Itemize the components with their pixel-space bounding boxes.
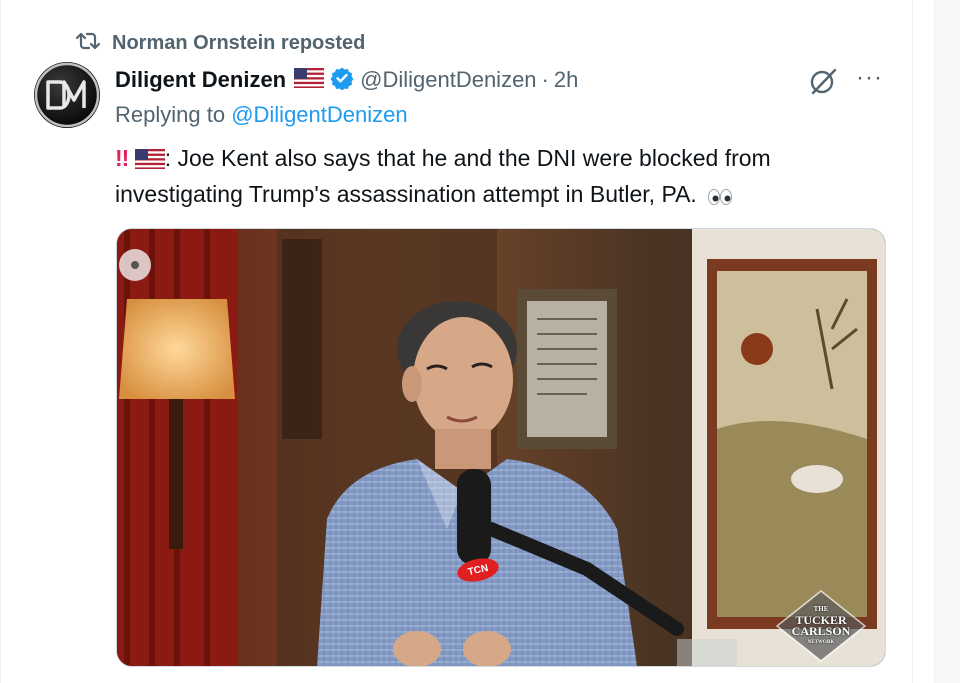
timeline-right-border	[912, 0, 913, 683]
repost-label[interactable]: Norman Ornstein reposted	[112, 32, 365, 55]
sidebar-card	[934, 0, 960, 683]
display-name[interactable]: Diligent Denizen	[115, 67, 286, 93]
reply-context: Replying to @DiligentDenizen	[115, 102, 408, 128]
grok-icon[interactable]	[808, 66, 838, 101]
double-exclamation-icon: !!	[115, 145, 129, 171]
us-flag-icon	[134, 145, 166, 178]
reply-prefix: Replying to	[115, 102, 232, 127]
eyes-emoji-icon	[707, 182, 733, 215]
watermark-line2: CARLSON	[791, 624, 851, 638]
timestamp[interactable]: 2h	[554, 67, 578, 93]
handle[interactable]: @DiligentDenizen	[360, 67, 536, 93]
tweet-media-image[interactable]: TCN THE TUCKER CARLSON NETWORK	[116, 228, 886, 667]
timeline-left-border	[0, 0, 1, 683]
separator: ·	[541, 67, 549, 92]
tweet-body: : Joe Kent also says that he and the DNI…	[115, 145, 771, 207]
watermark-logo: THE TUCKER CARLSON NETWORK	[777, 601, 865, 651]
tweet-text: !! : Joe Kent also says that he and the …	[115, 142, 895, 215]
repost-icon	[75, 31, 101, 56]
avatar[interactable]	[34, 62, 100, 128]
reply-handle-link[interactable]: @DiligentDenizen	[231, 102, 407, 127]
watermark-sub: NETWORK	[807, 640, 835, 645]
verified-badge-icon[interactable]	[330, 66, 354, 95]
more-icon[interactable]: ···	[856, 66, 883, 90]
repost-context[interactable]: Norman Ornstein reposted	[75, 30, 365, 56]
us-flag-icon	[293, 67, 325, 93]
tweet-header: Diligent Denizen @DiligentDenizen · 2h	[115, 63, 578, 97]
